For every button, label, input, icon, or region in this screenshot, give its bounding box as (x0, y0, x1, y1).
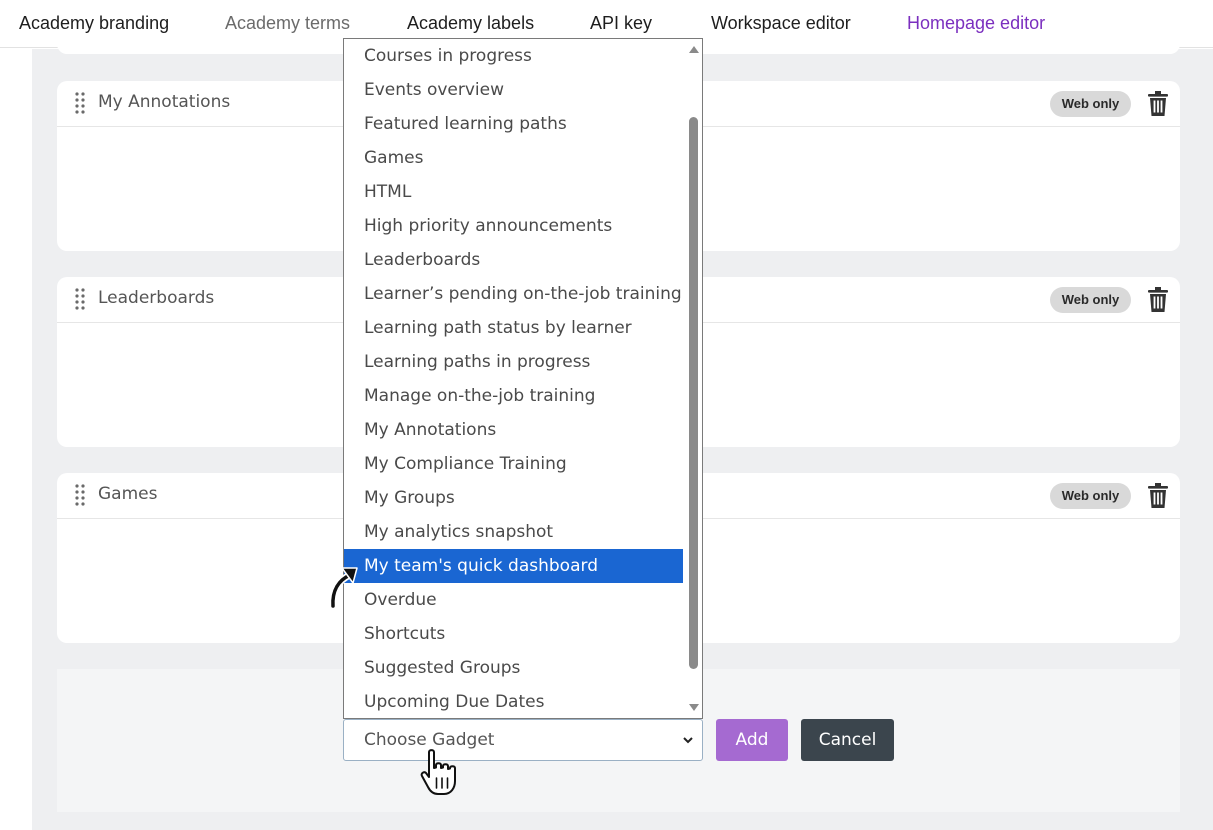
dropdown-option[interactable]: Overdue (344, 583, 683, 617)
web-only-badge: Web only (1050, 483, 1131, 509)
dropdown-option[interactable]: Manage on-the-job training (344, 379, 683, 413)
curved-arrow-icon (329, 567, 358, 610)
drag-handle-icon[interactable] (75, 484, 85, 506)
select-value: Choose Gadget (364, 730, 495, 750)
dropdown-option[interactable]: Shortcuts (344, 617, 683, 651)
dropdown-option[interactable]: Leaderboards (344, 243, 683, 277)
scroll-down-arrow-icon[interactable] (689, 704, 699, 712)
gadget-dropdown-list: Courses in progress Events overview Feat… (343, 38, 703, 719)
dropdown-option[interactable]: My analytics snapshot (344, 515, 683, 549)
web-only-badge: Web only (1050, 91, 1131, 117)
chevron-down-icon (683, 737, 693, 744)
dropdown-option[interactable]: My Groups (344, 481, 683, 515)
gadget-card-title: Leaderboards (98, 288, 215, 308)
dropdown-option[interactable]: Suggested Groups (344, 651, 683, 685)
dropdown-option[interactable]: Upcoming Due Dates (344, 685, 683, 718)
dropdown-option[interactable]: Learner’s pending on-the-job training (344, 277, 683, 311)
dropdown-option[interactable]: My Annotations (344, 413, 683, 447)
add-button[interactable]: Add (716, 719, 788, 761)
dropdown-option[interactable]: Learning path status by learner (344, 311, 683, 345)
dropdown-option[interactable]: My Compliance Training (344, 447, 683, 481)
dropdown-option[interactable]: HTML (344, 175, 683, 209)
trash-icon[interactable] (1147, 91, 1169, 117)
hand-pointer-cursor-icon (420, 749, 456, 795)
dropdown-option[interactable]: Courses in progress (344, 39, 683, 73)
scroll-up-arrow-icon[interactable] (689, 45, 699, 53)
dropdown-option[interactable]: Events overview (344, 73, 683, 107)
scrollbar-thumb[interactable] (689, 117, 698, 669)
trash-icon[interactable] (1147, 483, 1169, 509)
choose-gadget-select[interactable]: Choose Gadget (343, 719, 703, 761)
trash-icon[interactable] (1147, 287, 1169, 313)
gadget-card-title: My Annotations (98, 92, 231, 112)
drag-handle-icon[interactable] (75, 92, 85, 114)
dropdown-option[interactable]: Learning paths in progress (344, 345, 683, 379)
dropdown-option[interactable]: Featured learning paths (344, 107, 683, 141)
web-only-badge: Web only (1050, 287, 1131, 313)
dropdown-option[interactable]: High priority announcements (344, 209, 683, 243)
dropdown-scrollbar[interactable] (685, 39, 702, 718)
cancel-button[interactable]: Cancel (801, 719, 894, 761)
dropdown-option-selected[interactable]: My team's quick dashboard (344, 549, 683, 583)
drag-handle-icon[interactable] (75, 288, 85, 310)
dropdown-option[interactable]: Games (344, 141, 683, 175)
gadget-card-title: Games (98, 484, 158, 504)
